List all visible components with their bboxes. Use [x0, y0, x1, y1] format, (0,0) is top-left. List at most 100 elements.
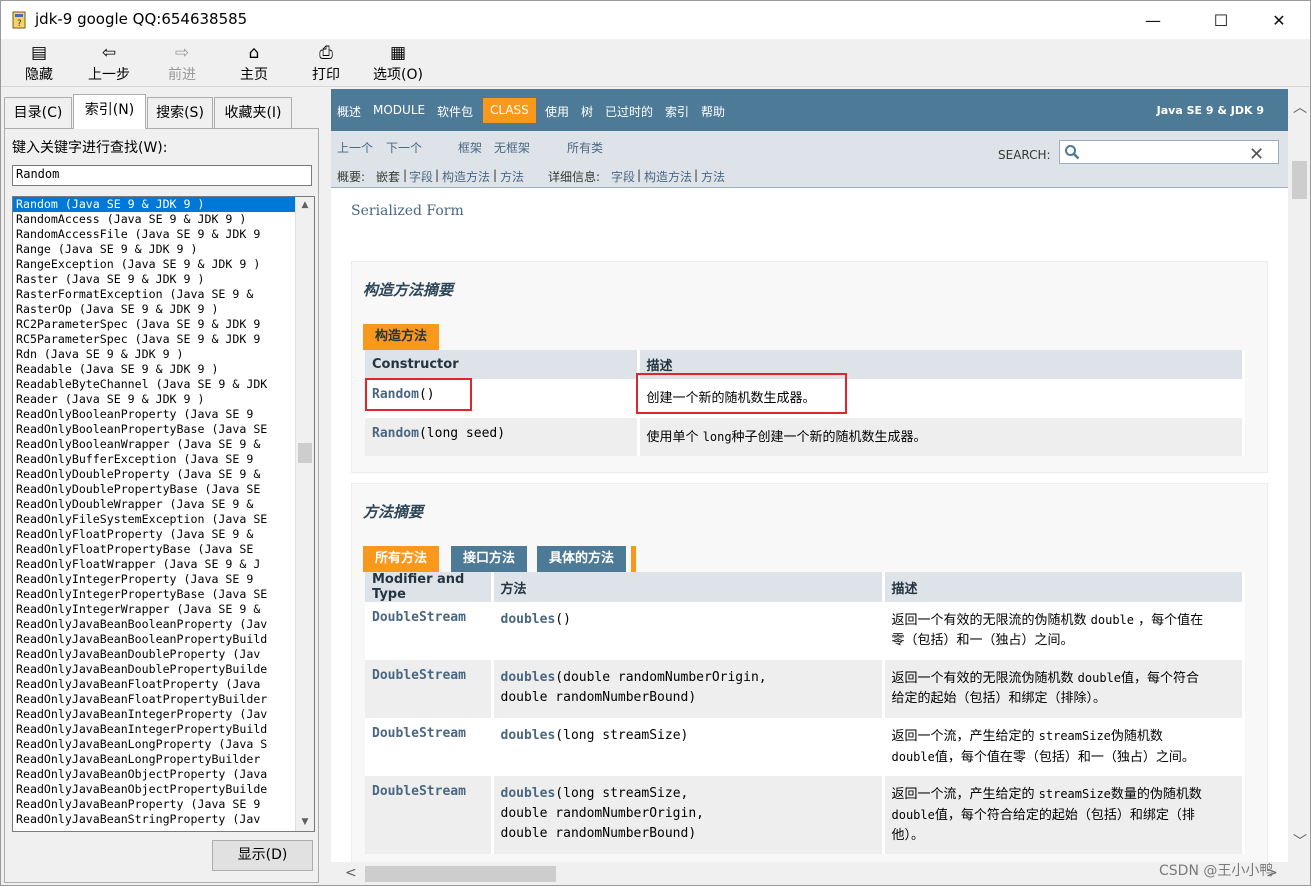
summary-field-link[interactable]: 字段 — [409, 168, 433, 185]
index-list-item[interactable]: RangeException (Java SE 9 & JDK 9 ) — [13, 257, 295, 272]
index-list-item[interactable]: ReadOnlyJavaBeanObjectPropertyBuilde — [13, 782, 295, 797]
nav-deprecated[interactable]: 已过时的 — [605, 103, 653, 120]
tab-all-methods[interactable]: 所有方法 — [363, 546, 440, 572]
pane-splitter[interactable] — [322, 88, 330, 885]
vscroll-thumb[interactable] — [1292, 161, 1307, 199]
summary-constructor-link[interactable]: 构造方法 — [442, 168, 490, 185]
tab-search[interactable]: 搜索(S) — [147, 97, 213, 128]
options-button[interactable]: ▦ 选项(O) — [368, 42, 428, 84]
keyword-input[interactable]: Random — [12, 165, 312, 186]
type-link[interactable]: DoubleStream — [372, 784, 466, 799]
index-list-item[interactable]: ReadOnlyJavaBeanLongProperty (Java S — [13, 737, 295, 752]
tab-interface-methods[interactable]: 接口方法 — [451, 546, 528, 572]
index-list-item[interactable]: Readable (Java SE 9 & JDK 9 ) — [13, 362, 295, 377]
index-list-item[interactable]: ReadOnlyJavaBeanFloatProperty (Java — [13, 677, 295, 692]
index-list-item[interactable]: ReadOnlyFloatProperty (Java SE 9 & — [13, 527, 295, 542]
index-list-item[interactable]: ReadOnlyBooleanPropertyBase (Java SE — [13, 422, 295, 437]
print-button[interactable]: ⎙ 打印 — [306, 42, 346, 84]
index-list-item[interactable]: RasterFormatException (Java SE 9 & — [13, 287, 295, 302]
index-list-item[interactable]: ReadOnlyBooleanProperty (Java SE 9 — [13, 407, 295, 422]
noframes-link[interactable]: 无框架 — [494, 139, 530, 156]
close-window-button[interactable]: ✕ — [1256, 1, 1302, 39]
nav-tree[interactable]: 树 — [581, 103, 593, 120]
index-list-item[interactable]: ReadOnlyBooleanWrapper (Java SE 9 & — [13, 437, 295, 452]
tab-index[interactable]: 索引(N) — [73, 94, 146, 129]
scroll-left-icon[interactable]: < — [345, 865, 357, 881]
type-link[interactable]: DoubleStream — [372, 610, 466, 625]
index-list-item[interactable]: ReadOnlyDoublePropertyBase (Java SE — [13, 482, 295, 497]
index-list-item[interactable]: ReadOnlyJavaBeanIntegerProperty (Jav — [13, 707, 295, 722]
summary-method-link[interactable]: 方法 — [500, 168, 524, 185]
index-list-item[interactable]: ReadOnlyJavaBeanBooleanProperty (Jav — [13, 617, 295, 632]
method-link[interactable]: doubles — [501, 612, 556, 627]
method-link[interactable]: doubles — [501, 786, 556, 801]
search-input[interactable] — [1059, 140, 1279, 164]
tab-contents[interactable]: 目录(C) — [4, 97, 72, 128]
forward-button[interactable]: ⇨ 前进 — [162, 42, 202, 84]
index-list-item[interactable]: ReadOnlyJavaBeanProperty (Java SE 9 — [13, 797, 295, 812]
index-list-item[interactable]: ReadOnlyIntegerWrapper (Java SE 9 & — [13, 602, 295, 617]
index-list-item[interactable]: RasterOp (Java SE 9 & JDK 9 ) — [13, 302, 295, 317]
index-list-item[interactable]: ReadOnlyIntegerPropertyBase (Java SE — [13, 587, 295, 602]
index-list-item[interactable]: ReadOnlyJavaBeanDoubleProperty (Jav — [13, 647, 295, 662]
index-list-item[interactable]: ReadOnlyJavaBeanDoublePropertyBuilde — [13, 662, 295, 677]
index-list-item[interactable]: Random (Java SE 9 & JDK 9 ) — [13, 197, 295, 212]
scroll-up-icon[interactable]: ︿ — [1293, 97, 1307, 117]
index-list-item[interactable]: ReadOnlyIntegerProperty (Java SE 9 — [13, 572, 295, 587]
scroll-up-icon[interactable]: ▲ — [296, 197, 314, 214]
prev-class-link[interactable]: 上一个 — [337, 139, 373, 156]
index-list-item[interactable]: ReadOnlyBufferException (Java SE 9 — [13, 452, 295, 467]
index-list-item[interactable]: RC2ParameterSpec (Java SE 9 & JDK 9 — [13, 317, 295, 332]
show-button[interactable]: 显示(D) — [212, 840, 313, 871]
index-list-item[interactable]: ReadOnlyFileSystemException (Java SE — [13, 512, 295, 527]
type-link[interactable]: DoubleStream — [372, 726, 466, 741]
detail-constructor-link[interactable]: 构造方法 — [644, 168, 692, 185]
index-list-scrollbar[interactable]: ▲ ▼ — [295, 197, 314, 831]
frames-link[interactable]: 框架 — [458, 139, 482, 156]
index-list-item[interactable]: ReadOnlyJavaBeanFloatPropertyBuilder — [13, 692, 295, 707]
nav-overview[interactable]: 概述 — [337, 103, 361, 120]
nav-package[interactable]: 软件包 — [437, 103, 473, 120]
home-button[interactable]: ⌂ 主页 — [234, 42, 274, 84]
scroll-thumb[interactable] — [298, 443, 312, 463]
index-list-item[interactable]: ReadOnlyFloatWrapper (Java SE 9 & J — [13, 557, 295, 572]
index-list-item[interactable]: ReadOnlyDoubleWrapper (Java SE 9 & — [13, 497, 295, 512]
allclasses-link[interactable]: 所有类 — [567, 139, 603, 156]
detail-method-link[interactable]: 方法 — [701, 168, 725, 185]
hscroll-thumb[interactable] — [365, 866, 556, 882]
minimize-button[interactable]: — — [1130, 1, 1176, 39]
index-list-item[interactable]: ReadOnlyJavaBeanStringProperty (Jav — [13, 812, 295, 827]
index-list-item[interactable]: ReadOnlyJavaBeanLongPropertyBuilder — [13, 752, 295, 767]
next-class-link[interactable]: 下一个 — [386, 139, 422, 156]
index-list-item[interactable]: ReadOnlyJavaBeanBooleanPropertyBuild — [13, 632, 295, 647]
index-list-item[interactable]: Range (Java SE 9 & JDK 9 ) — [13, 242, 295, 257]
tab-concrete-methods[interactable]: 具体的方法 — [537, 546, 627, 572]
constructor-link[interactable]: Random — [372, 426, 419, 441]
index-list[interactable]: Random (Java SE 9 & JDK 9 ) RandomAccess … — [12, 196, 315, 832]
index-list-item[interactable]: ReadOnlyDoubleProperty (Java SE 9 & — [13, 467, 295, 482]
index-list-item[interactable]: RandomAccess (Java SE 9 & JDK 9 ) — [13, 212, 295, 227]
index-list-item[interactable]: Raster (Java SE 9 & JDK 9 ) — [13, 272, 295, 287]
nav-help[interactable]: 帮助 — [701, 103, 725, 120]
detail-field-link[interactable]: 字段 — [611, 168, 635, 185]
content-vscrollbar[interactable]: ︿ ﹀ — [1288, 89, 1310, 862]
scroll-down-icon[interactable]: ﹀ — [1293, 831, 1307, 851]
back-button[interactable]: ⇦ 上一步 — [83, 42, 135, 84]
tab-favorites[interactable]: 收藏夹(I) — [214, 97, 292, 128]
index-list-item[interactable]: ReadOnlyJavaBeanIntegerPropertyBuild — [13, 722, 295, 737]
nav-index[interactable]: 索引 — [665, 103, 689, 120]
index-list-item[interactable]: ReadOnlyJavaBeanObjectProperty (Java — [13, 767, 295, 782]
index-list-item[interactable]: Rdn (Java SE 9 & JDK 9 ) — [13, 347, 295, 362]
hide-button[interactable]: ▤ 隐藏 — [19, 42, 59, 84]
index-list-item[interactable]: ReadableByteChannel (Java SE 9 & JDK — [13, 377, 295, 392]
index-list-item[interactable]: RandomAccessFile (Java SE 9 & JDK 9 — [13, 227, 295, 242]
nav-module[interactable]: MODULE — [373, 103, 425, 117]
index-list-item[interactable]: ReadOnlyFloatPropertyBase (Java SE — [13, 542, 295, 557]
clear-search-icon[interactable]: ✕ — [1249, 144, 1264, 165]
type-link[interactable]: DoubleStream — [372, 668, 466, 683]
nav-use[interactable]: 使用 — [545, 103, 569, 120]
method-link[interactable]: doubles — [501, 670, 556, 685]
method-link[interactable]: doubles — [501, 728, 556, 743]
index-list-item[interactable]: Reader (Java SE 9 & JDK 9 ) — [13, 392, 295, 407]
serialized-form-link[interactable]: Serialized Form — [351, 203, 464, 219]
